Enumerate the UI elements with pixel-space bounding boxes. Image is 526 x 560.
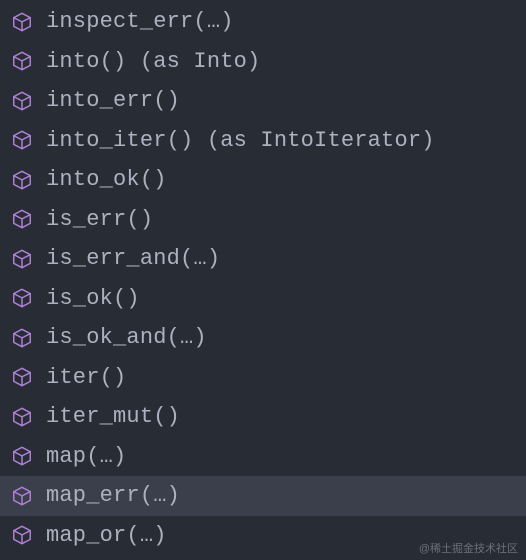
method-icon xyxy=(10,89,34,113)
watermark-text: @稀土掘金技术社区 xyxy=(419,540,518,556)
completion-item-label: map_err(…) xyxy=(46,483,180,508)
method-icon xyxy=(10,484,34,508)
completion-item-label: into_err() xyxy=(46,88,180,113)
method-icon xyxy=(10,128,34,152)
completion-item-label: is_err_and(…) xyxy=(46,246,220,271)
completion-item[interactable]: map(…) xyxy=(0,437,526,477)
method-icon xyxy=(10,10,34,34)
completion-item[interactable]: is_err() xyxy=(0,200,526,240)
completion-item[interactable]: into_err() xyxy=(0,81,526,121)
completion-item-label: is_ok() xyxy=(46,286,140,311)
method-icon xyxy=(10,365,34,389)
completion-item[interactable]: into() (as Into) xyxy=(0,42,526,82)
completion-item-label: into_ok() xyxy=(46,167,167,192)
method-icon xyxy=(10,286,34,310)
method-icon xyxy=(10,207,34,231)
method-icon xyxy=(10,444,34,468)
completion-item-label: into() (as Into) xyxy=(46,49,260,74)
completion-item-label: iter_mut() xyxy=(46,404,180,429)
completion-item-label: into_iter() (as IntoIterator) xyxy=(46,128,435,153)
completion-item[interactable]: iter() xyxy=(0,358,526,398)
completion-item-label: is_ok_and(…) xyxy=(46,325,207,350)
completion-item-label: map_or(…) xyxy=(46,523,167,548)
completion-item[interactable]: is_ok() xyxy=(0,279,526,319)
completion-item[interactable]: into_ok() xyxy=(0,160,526,200)
method-icon xyxy=(10,523,34,547)
completion-item-label: inspect_err(…) xyxy=(46,9,234,34)
completion-item[interactable]: map_err(…) xyxy=(0,476,526,516)
method-icon xyxy=(10,168,34,192)
completion-item-label: map(…) xyxy=(46,444,126,469)
completion-item-label: iter() xyxy=(46,365,126,390)
completion-item-label: is_err() xyxy=(46,207,153,232)
method-icon xyxy=(10,49,34,73)
completion-item[interactable]: is_ok_and(…) xyxy=(0,318,526,358)
completion-list: inspect_err(…) into() (as Into) into_err()… xyxy=(0,0,526,555)
completion-item[interactable]: inspect_err(…) xyxy=(0,2,526,42)
completion-item[interactable]: into_iter() (as IntoIterator) xyxy=(0,121,526,161)
method-icon xyxy=(10,247,34,271)
method-icon xyxy=(10,405,34,429)
completion-item[interactable]: iter_mut() xyxy=(0,397,526,437)
completion-item[interactable]: is_err_and(…) xyxy=(0,239,526,279)
method-icon xyxy=(10,326,34,350)
